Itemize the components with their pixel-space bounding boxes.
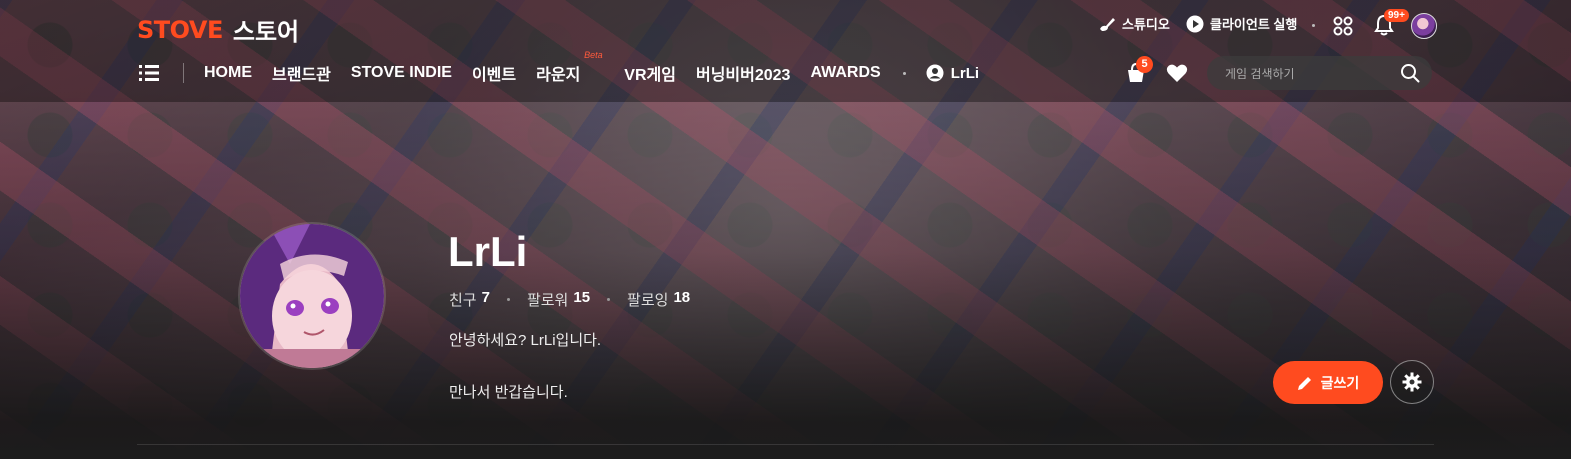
profile-bio-line-1: 안녕하세요? LrLi입니다.: [449, 332, 602, 349]
pencil-icon: [1297, 376, 1311, 390]
stat-label: 친구: [449, 292, 477, 309]
nav-user-name: LrLi: [950, 64, 980, 82]
profile-stats: 친구 7 팔로워 15 팔로잉 18: [449, 289, 690, 310]
beta-badge: Beta: [584, 50, 603, 60]
logo-brand: STOVE: [137, 15, 223, 44]
search-icon[interactable]: [1400, 63, 1420, 83]
write-post-button[interactable]: 글쓰기: [1273, 361, 1383, 404]
profile-bio-line-2: 만나서 반갑습니다.: [449, 384, 568, 401]
stat-value: 15: [573, 289, 591, 306]
search-box: [1207, 56, 1432, 92]
play-icon: [1186, 15, 1204, 32]
stat-friends[interactable]: 친구 7: [449, 289, 490, 310]
gear-icon: [1402, 372, 1422, 392]
brush-icon: [1100, 17, 1115, 31]
nav-item-event[interactable]: 이벤트: [472, 61, 516, 85]
nav-item-home[interactable]: HOME: [204, 64, 252, 82]
stove-store-logo[interactable]: STOVE 스토어: [137, 12, 299, 47]
cart-badge: 5: [1136, 56, 1153, 73]
util-separator: [1312, 24, 1315, 27]
stat-followers[interactable]: 팔로워 15: [527, 289, 590, 310]
stat-separator: [607, 298, 611, 301]
profile-avatar[interactable]: [240, 224, 384, 368]
nav-item-vr-game[interactable]: VR게임: [624, 61, 676, 85]
logo-store: 스토어: [232, 19, 300, 46]
search-input[interactable]: [1223, 56, 1387, 92]
notification-badge: 99+: [1384, 9, 1409, 22]
nav-item-brand[interactable]: 브랜드관: [272, 61, 331, 85]
nav-separator: [902, 71, 906, 75]
nav-user-profile[interactable]: LrLi: [926, 64, 979, 82]
stat-value: 7: [481, 289, 490, 306]
studio-link[interactable]: 스튜디오: [1098, 14, 1170, 33]
profile-avatar-image: [240, 224, 384, 368]
menu-icon[interactable]: [139, 65, 159, 81]
profile-name: LrLi: [448, 228, 528, 275]
stat-label: 팔로워: [526, 292, 569, 309]
user-icon: [926, 64, 944, 82]
client-run-label: 클라이언트 실행: [1210, 17, 1298, 32]
nav-item-burning-beaver[interactable]: 버닝비버2023: [696, 61, 790, 85]
nav-item-stove-indie[interactable]: STOVE INDIE: [351, 64, 452, 82]
section-divider: [137, 444, 1434, 445]
nav-item-awards[interactable]: AWARDS: [810, 64, 880, 82]
settings-button[interactable]: [1390, 360, 1434, 404]
user-avatar-small[interactable]: [1411, 13, 1437, 39]
nav-item-lounge[interactable]: 라운지 Beta: [536, 50, 603, 85]
heart-icon[interactable]: [1166, 63, 1188, 83]
write-post-label: 글쓰기: [1320, 374, 1360, 391]
stat-value: 18: [673, 289, 691, 306]
main-nav: HOME 브랜드관 STOVE INDIE 이벤트 라운지 Beta VR게임 버…: [139, 50, 979, 86]
grid-icon[interactable]: [1333, 16, 1353, 36]
nav-item-lounge-label: 라운지: [536, 67, 581, 84]
stat-following[interactable]: 팔로잉 18: [627, 289, 690, 310]
client-run-link[interactable]: 클라이언트 실행: [1186, 14, 1297, 33]
stat-label: 팔로잉: [627, 292, 669, 309]
stat-separator: [506, 298, 510, 301]
nav-divider: [183, 63, 184, 83]
studio-label: 스튜디오: [1122, 17, 1170, 32]
